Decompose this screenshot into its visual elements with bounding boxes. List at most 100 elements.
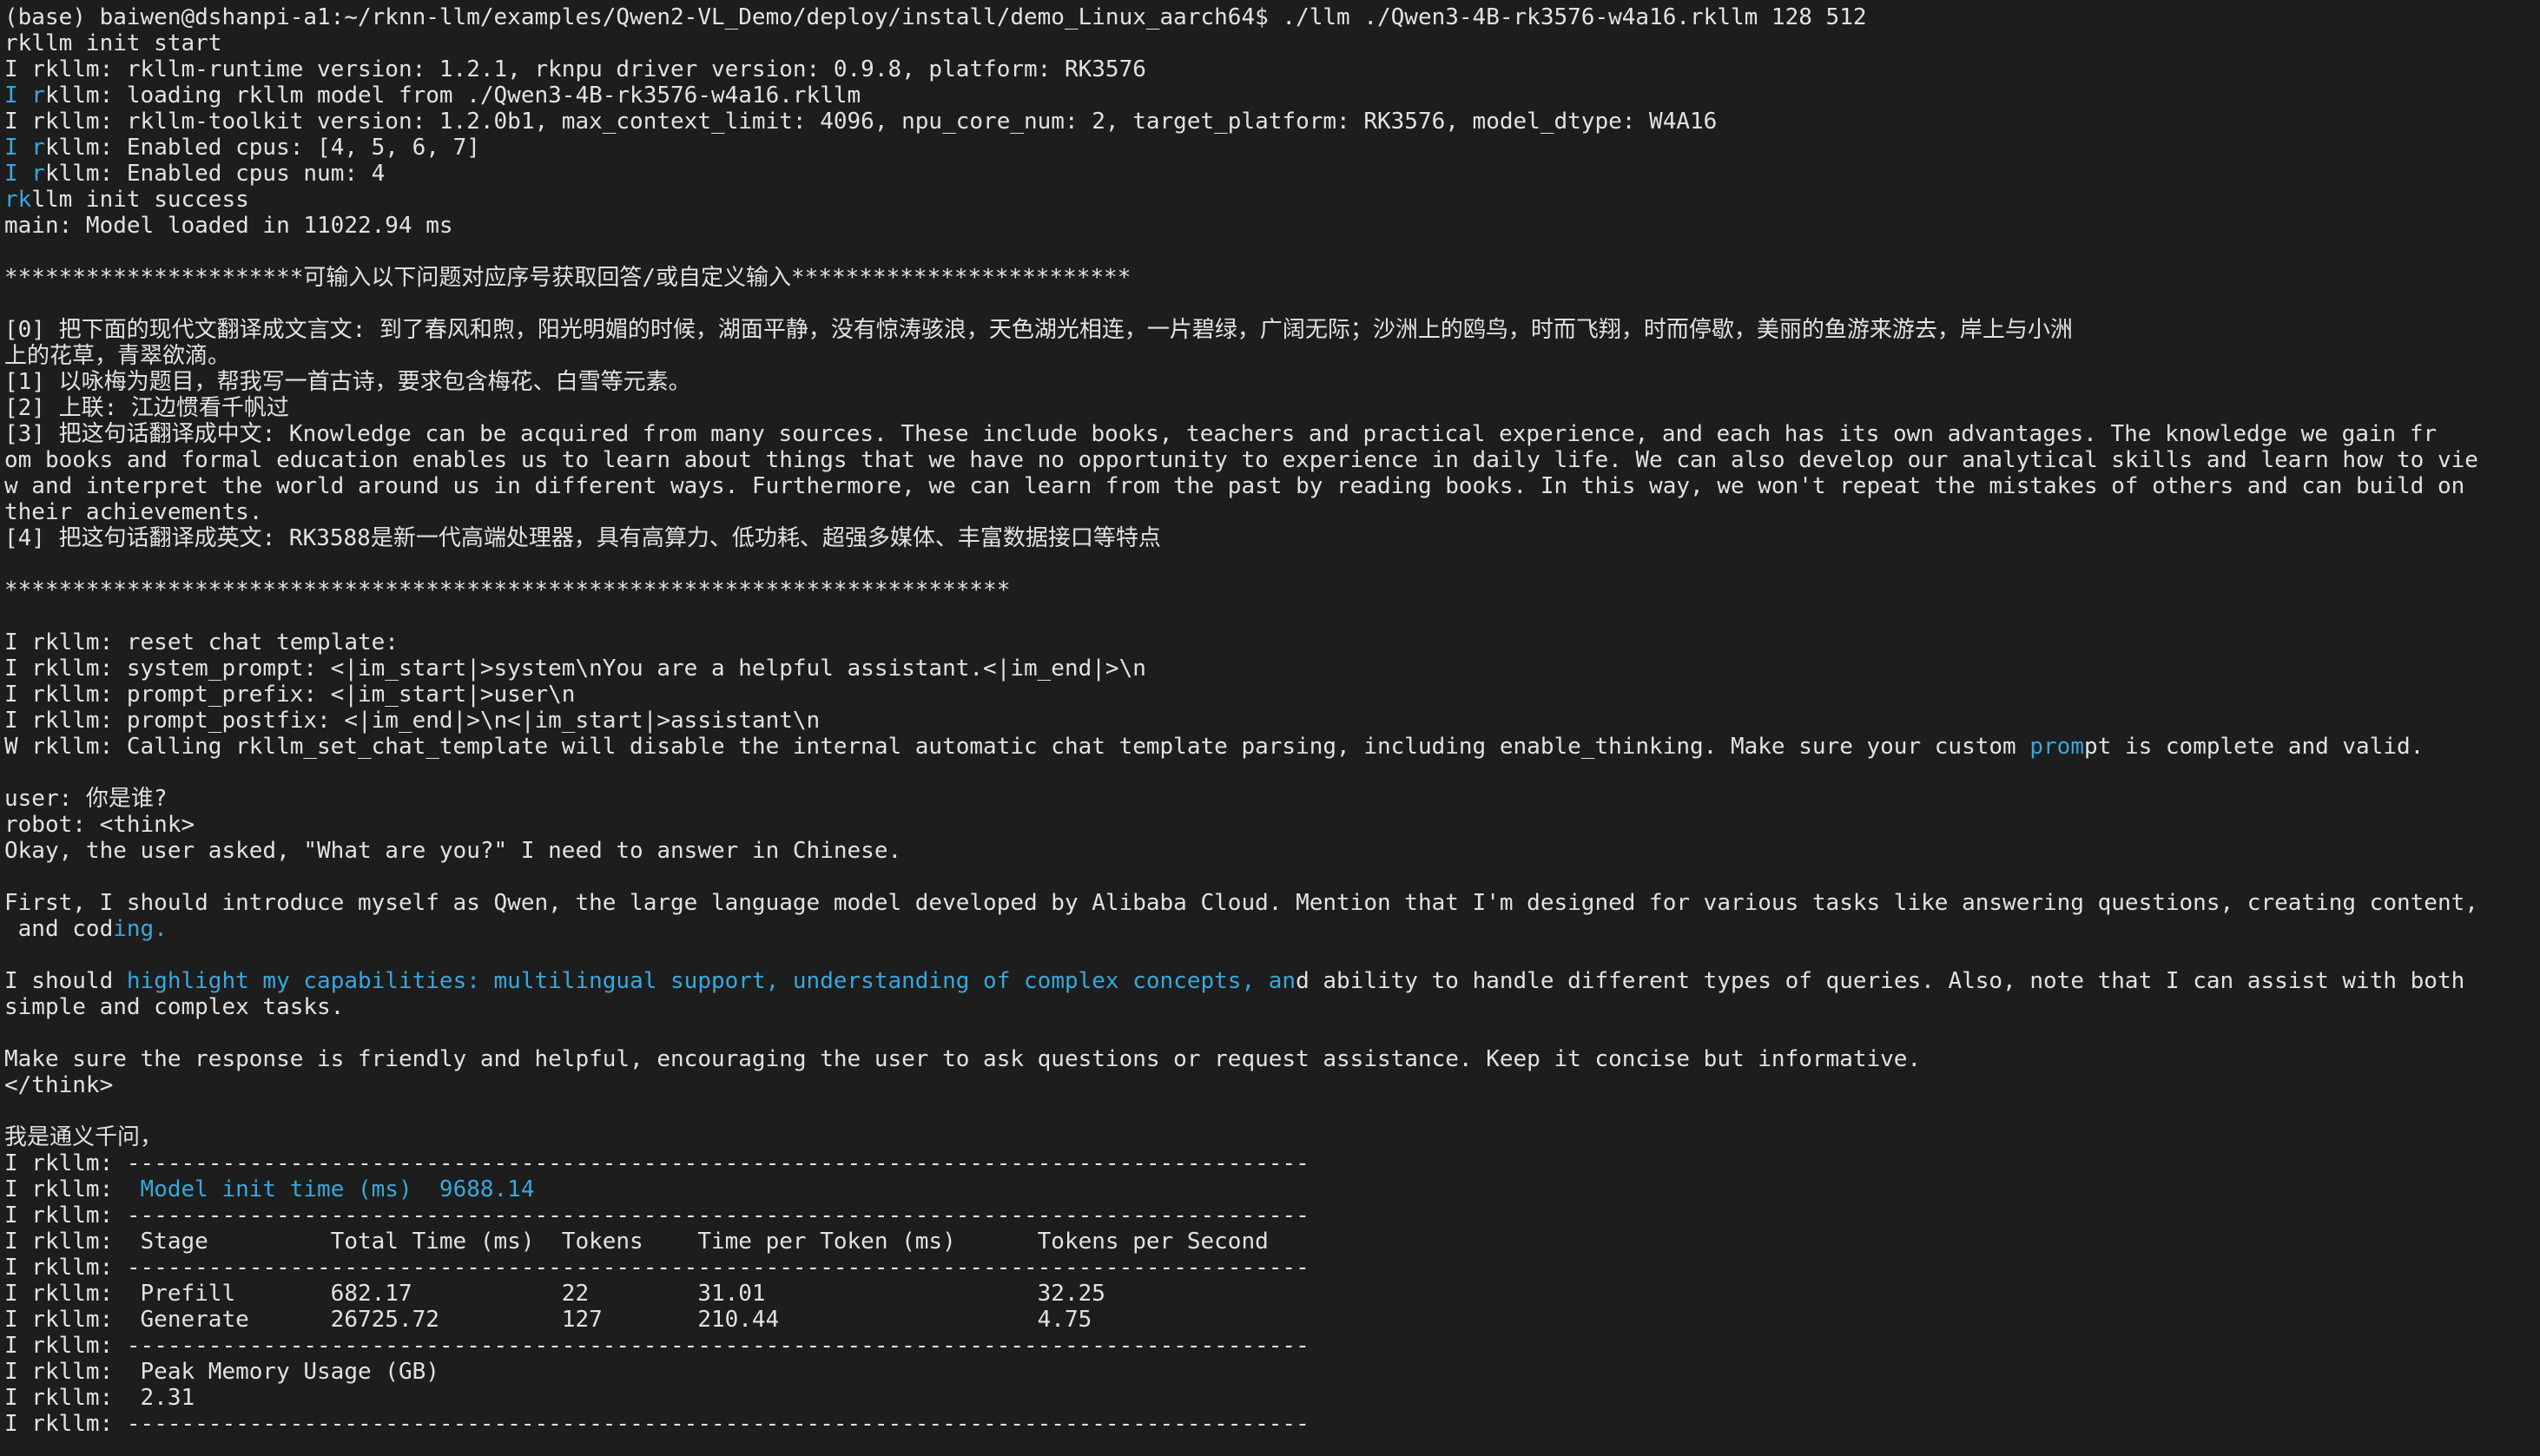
terminal-text: I rkllm: <box>4 1333 127 1359</box>
terminal-text: I rkllm: system_prompt: <|im_start|>syst… <box>4 656 1146 682</box>
terminal-text: their achievements. <box>4 499 262 525</box>
terminal-text: kllm: loading rkllm model from ./Qwen3-4… <box>45 82 861 109</box>
terminal-line: I rkllm: Enabled cpus num: 4 <box>4 161 2540 187</box>
terminal-line: I rkllm: Peak Memory Usage (GB) <box>4 1359 2540 1385</box>
terminal-text: robot: <think> <box>4 812 195 838</box>
terminal-line: [3] 把这句话翻译成中文: Knowledge can be acquired… <box>4 421 2540 447</box>
terminal-text: First, I should introduce myself as Qwen… <box>4 890 2478 916</box>
terminal-line: First, I should introduce myself as Qwen… <box>4 890 2540 916</box>
terminal-line: **********************可输入以下问题对应序号获取回答/或自… <box>4 265 2540 291</box>
terminal-line: [1] 以咏梅为题目，帮我写一首古诗，要求包含梅花、白雪等元素。 <box>4 369 2540 395</box>
terminal-line: I rkllm: -------------------------------… <box>4 1150 2540 1176</box>
terminal-text-highlight: I r <box>4 82 45 109</box>
terminal-text: I rkllm: prompt_prefix: <|im_start|>user… <box>4 682 575 708</box>
terminal-line: [2] 上联: 江边惯看千帆过 <box>4 395 2540 421</box>
terminal[interactable]: (base) baiwen@dshanpi-a1:~/rknn-llm/exam… <box>0 0 2540 1456</box>
terminal-text: ----------------------------------------… <box>127 1202 1310 1229</box>
terminal-line: I rkllm: reset chat template: <box>4 629 2540 656</box>
terminal-line: ****************************************… <box>4 577 2540 603</box>
terminal-text: 可输入以下问题对应序号获取回答/或自定义输入 <box>303 265 791 291</box>
terminal-text: om books and formal education enables us… <box>4 447 2478 473</box>
terminal-line: rkllm init start <box>4 30 2540 56</box>
terminal-line: I rkllm: Enabled cpus: [4, 5, 6, 7] <box>4 135 2540 161</box>
terminal-text: </think> <box>4 1072 113 1098</box>
terminal-text: main: Model loaded in 11022.94 ms <box>4 213 453 239</box>
terminal-text: ----------------------------------------… <box>127 1411 1310 1437</box>
terminal-text: [1] 以咏梅为题目，帮我写一首古诗，要求包含梅花、白雪等元素。 <box>4 369 691 395</box>
terminal-line: I rkllm: -------------------------------… <box>4 1255 2540 1281</box>
terminal-line: rkllm init success <box>4 187 2540 213</box>
terminal-text-highlight: ing. <box>113 916 168 942</box>
terminal-line <box>4 1020 2540 1046</box>
terminal-line: I rkllm: loading rkllm model from ./Qwen… <box>4 82 2540 109</box>
terminal-line: I rkllm: -------------------------------… <box>4 1411 2540 1437</box>
terminal-line: I rkllm: -------------------------------… <box>4 1333 2540 1359</box>
terminal-line: I rkllm: system_prompt: <|im_start|>syst… <box>4 656 2540 682</box>
terminal-line <box>4 239 2540 265</box>
terminal-text: I rkllm: reset chat template: <box>4 629 399 656</box>
terminal-line: om books and formal education enables us… <box>4 447 2540 473</box>
terminal-text: I rkllm: <box>4 1150 127 1176</box>
terminal-line: [4] 把这句话翻译成英文: RK3588是新一代高端处理器，具有高算力、低功耗… <box>4 525 2540 551</box>
terminal-text: and cod <box>4 916 113 942</box>
terminal-text: I rkllm: Stage Total Time (ms) Tokens Ti… <box>4 1229 1269 1255</box>
terminal-text: I rkllm: <box>4 1202 127 1229</box>
terminal-line: I rkllm: rkllm-toolkit version: 1.2.0b1,… <box>4 109 2540 135</box>
terminal-text: simple and complex tasks. <box>4 994 344 1020</box>
terminal-text: rkllm init start <box>4 30 221 56</box>
terminal-line: I rkllm: Generate 26725.72 127 210.44 4.… <box>4 1307 2540 1333</box>
terminal-screen: { "terminal": { "colors": { "background"… <box>0 0 2540 1456</box>
terminal-text: kllm: Enabled cpus: [4, 5, 6, 7] <box>45 135 480 161</box>
terminal-text: user: 你是谁? <box>4 786 168 812</box>
terminal-text-highlight: I r <box>4 135 45 161</box>
terminal-line: and coding. <box>4 916 2540 942</box>
terminal-text: I rkllm: rkllm-toolkit version: 1.2.0b1,… <box>4 109 1717 135</box>
terminal-line: (base) baiwen@dshanpi-a1:~/rknn-llm/exam… <box>4 4 2540 30</box>
terminal-line: I rkllm: rkllm-runtime version: 1.2.1, r… <box>4 56 2540 82</box>
terminal-line <box>4 291 2540 317</box>
terminal-line: Okay, the user asked, "What are you?" I … <box>4 838 2540 864</box>
terminal-text: [0] 把下面的现代文翻译成文言文: 到了春风和煦，阳光明媚的时候，湖面平静，没… <box>4 317 2073 343</box>
terminal-line <box>4 864 2540 890</box>
terminal-text: [2] 上联: 江边惯看千帆过 <box>4 395 289 421</box>
terminal-line: I rkllm: Prefill 682.17 22 31.01 32.25 <box>4 1281 2540 1307</box>
terminal-line: I should highlight my capabilities: mult… <box>4 968 2540 994</box>
terminal-text: I rkllm: prompt_postfix: <|im_end|>\n<|i… <box>4 708 820 734</box>
terminal-line: simple and complex tasks. <box>4 994 2540 1020</box>
terminal-text: ************************* <box>791 265 1131 291</box>
terminal-text: I rkllm: <box>4 1255 127 1281</box>
terminal-line: their achievements. <box>4 499 2540 525</box>
terminal-text: ----------------------------------------… <box>127 1255 1310 1281</box>
terminal-text: I rkllm: Peak Memory Usage (GB) <box>4 1359 439 1385</box>
terminal-line: I rkllm: Stage Total Time (ms) Tokens Ti… <box>4 1229 2540 1255</box>
terminal-text-highlight: rk <box>4 187 31 213</box>
terminal-text: I rkllm: rkllm-runtime version: 1.2.1, r… <box>4 56 1146 82</box>
terminal-text: ********************** <box>4 265 303 291</box>
terminal-text: d ability to handle different types of q… <box>1296 968 2464 994</box>
terminal-text: ----------------------------------------… <box>127 1333 1310 1359</box>
terminal-text: I rkllm: Generate 26725.72 127 210.44 4.… <box>4 1307 1092 1333</box>
terminal-text: 我是通义千问， <box>4 1124 162 1150</box>
terminal-text: ----------------------------------------… <box>127 1150 1310 1176</box>
terminal-line: Make sure the response is friendly and h… <box>4 1046 2540 1072</box>
terminal-text-highlight: Model init time (ms) 9688.14 <box>141 1176 535 1202</box>
terminal-line: I rkllm: prompt_prefix: <|im_start|>user… <box>4 682 2540 708</box>
terminal-line: robot: <think> <box>4 812 2540 838</box>
terminal-text: I rkllm: <box>4 1176 141 1202</box>
terminal-text: [4] 把这句话翻译成英文: RK3588是新一代高端处理器，具有高算力、低功耗… <box>4 525 1161 551</box>
terminal-text: Make sure the response is friendly and h… <box>4 1046 1921 1072</box>
terminal-line: main: Model loaded in 11022.94 ms <box>4 213 2540 239</box>
terminal-text: I should <box>4 968 127 994</box>
terminal-text: llm init success <box>31 187 248 213</box>
terminal-line <box>4 551 2540 577</box>
terminal-text-highlight: highlight my capabilities: multilingual … <box>127 968 1296 994</box>
terminal-line: I rkllm: prompt_postfix: <|im_end|>\n<|i… <box>4 708 2540 734</box>
terminal-text: I rkllm: <box>4 1411 127 1437</box>
terminal-text-highlight: prom <box>2029 734 2084 760</box>
terminal-line: I rkllm: 2.31 <box>4 1385 2540 1411</box>
terminal-text: 上的花草，青翠欲滴。 <box>4 343 230 369</box>
terminal-text: I rkllm: Prefill 682.17 22 31.01 32.25 <box>4 1281 1105 1307</box>
terminal-text: w and interpret the world around us in d… <box>4 473 2464 499</box>
terminal-text: I rkllm: 2.31 <box>4 1385 195 1411</box>
terminal-text: Okay, the user asked, "What are you?" I … <box>4 838 901 864</box>
